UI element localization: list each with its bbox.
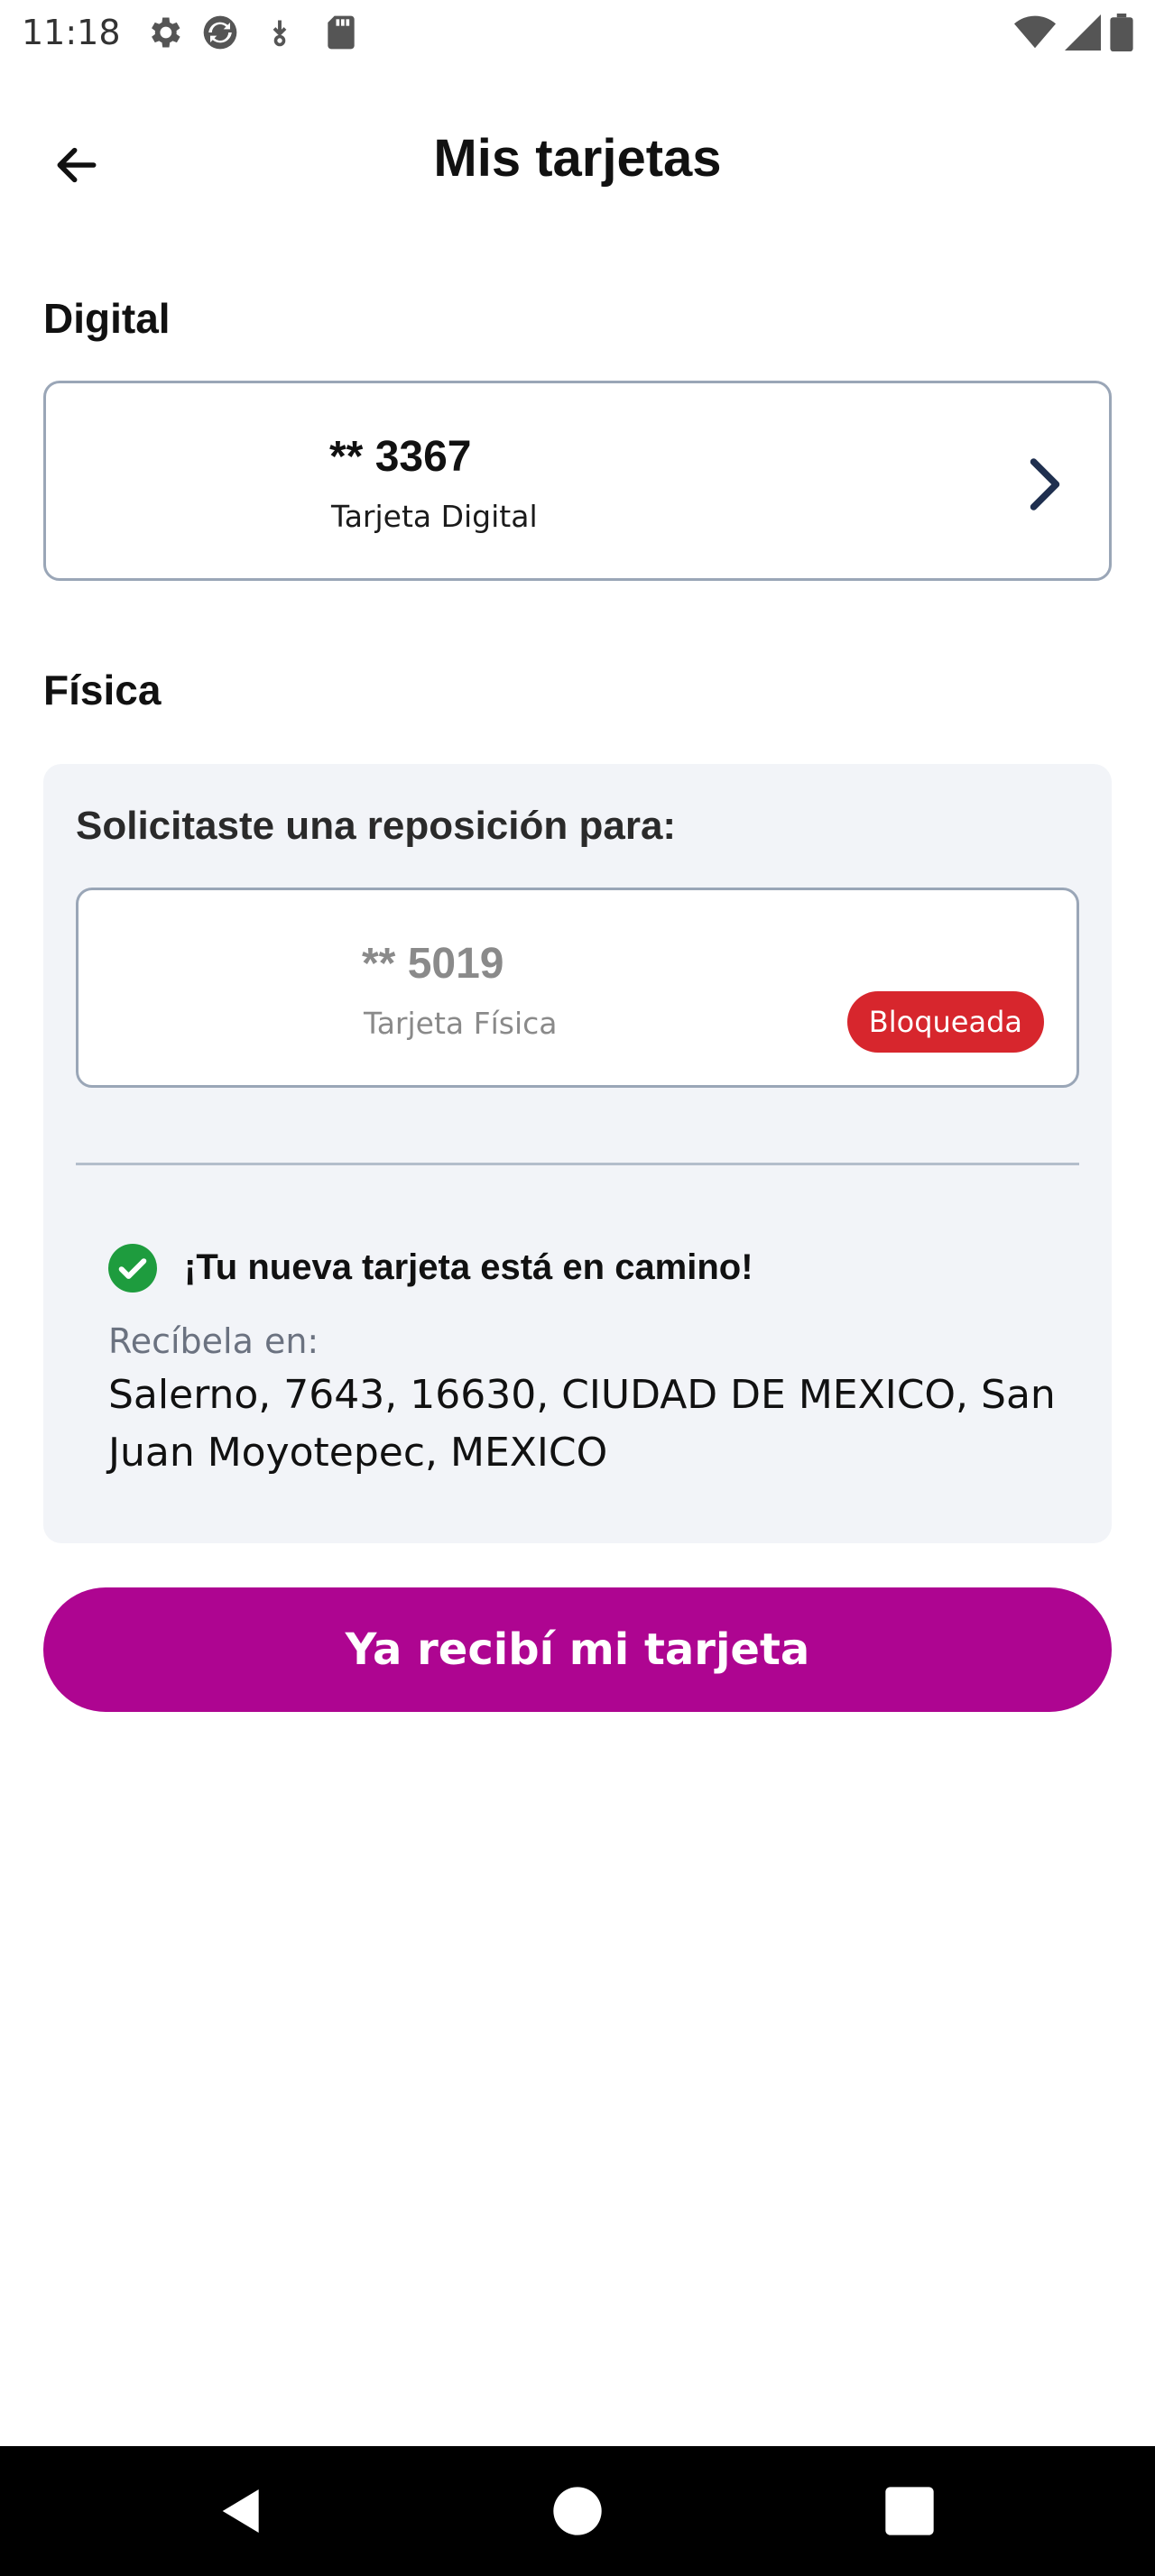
app-header: Mis tarjetas bbox=[0, 108, 1155, 207]
card-type: Tarjeta Física bbox=[364, 1006, 558, 1041]
section-title-physical: Física bbox=[43, 667, 162, 713]
address-value: Salerno, 7643, 16630, CIUDAD DE MEXICO, … bbox=[108, 1372, 1056, 1476]
nav-back-icon[interactable] bbox=[213, 2482, 271, 2540]
card-received-button[interactable]: Ya recibí mi tarjeta bbox=[43, 1587, 1112, 1712]
status-bar: 11:18 bbox=[0, 0, 1155, 67]
navigation-bar bbox=[0, 2446, 1155, 2576]
nav-home-icon[interactable] bbox=[549, 2482, 606, 2540]
download-icon bbox=[273, 20, 287, 47]
section-title-digital: Digital bbox=[43, 295, 171, 342]
wifi-icon bbox=[1014, 15, 1056, 49]
status-badge: Bloqueada bbox=[846, 991, 1044, 1053]
battery-icon bbox=[1110, 14, 1133, 51]
chevron-right-icon bbox=[1030, 458, 1060, 511]
card-number: ** 3367 bbox=[329, 433, 472, 481]
card-number: ** 5019 bbox=[362, 940, 504, 988]
signal-icon bbox=[1065, 14, 1101, 51]
page-title: Mis tarjetas bbox=[433, 129, 722, 188]
sd-card-icon bbox=[328, 15, 355, 50]
digital-card[interactable]: ** 3367 Tarjeta Digital bbox=[43, 381, 1112, 581]
divider bbox=[76, 1163, 1079, 1165]
check-circle-icon bbox=[108, 1244, 157, 1293]
replacement-title: Solicitaste una reposición para: bbox=[76, 804, 677, 848]
gear-icon bbox=[152, 17, 180, 48]
address-label: Recíbela en: bbox=[108, 1321, 319, 1361]
shipping-notice: ¡Tu nueva tarjeta está en camino! bbox=[184, 1247, 753, 1287]
sync-icon bbox=[203, 15, 237, 50]
replacement-panel: Solicitaste una reposición para: ** 5019… bbox=[43, 764, 1112, 1543]
status-time: 11:18 bbox=[22, 13, 121, 52]
physical-card: ** 5019 Tarjeta Física Bloqueada bbox=[76, 888, 1079, 1088]
card-type: Tarjeta Digital bbox=[331, 499, 538, 534]
status-right-icons bbox=[1014, 11, 1133, 54]
nav-recents-icon[interactable] bbox=[881, 2482, 938, 2540]
